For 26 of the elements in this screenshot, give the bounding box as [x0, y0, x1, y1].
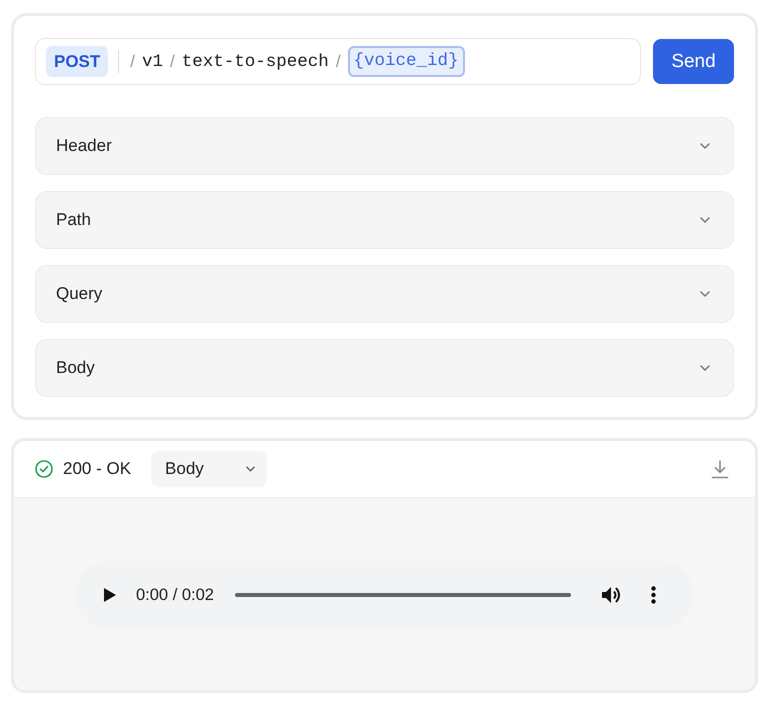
download-icon	[711, 460, 729, 478]
play-icon	[104, 588, 116, 602]
accordion-section[interactable]: Header	[35, 117, 734, 175]
play-button[interactable]	[104, 588, 116, 602]
path-label: v1	[142, 52, 164, 72]
speaker-icon	[602, 586, 623, 604]
volume-button[interactable]	[602, 586, 623, 604]
chevron-down-icon	[246, 466, 256, 472]
path-label: text-to-speech	[182, 52, 329, 72]
download-button[interactable]	[711, 460, 729, 478]
url-field[interactable]: POST / v1 / text-to-speech / {voice_id}	[35, 38, 641, 85]
path-parameter[interactable]: {voice_id}	[348, 46, 465, 77]
accordion-section[interactable]: Body	[35, 339, 734, 397]
check-circle-icon	[35, 460, 53, 478]
time-display: 0:00 / 0:02	[136, 586, 214, 604]
path-separator: /	[336, 52, 341, 72]
accordion-section[interactable]: Query	[35, 265, 734, 323]
view-dropdown[interactable]: Body	[151, 451, 268, 487]
send-button[interactable]: Send	[653, 39, 734, 84]
status-text: 200 - OK	[63, 459, 132, 479]
more-options-button[interactable]	[650, 586, 656, 604]
path-separator: /	[130, 52, 136, 72]
accordion-section[interactable]: Path	[35, 191, 734, 249]
method-badge: POST	[46, 46, 108, 77]
path-separator: /	[170, 52, 175, 72]
more-vertical-icon	[650, 586, 656, 604]
